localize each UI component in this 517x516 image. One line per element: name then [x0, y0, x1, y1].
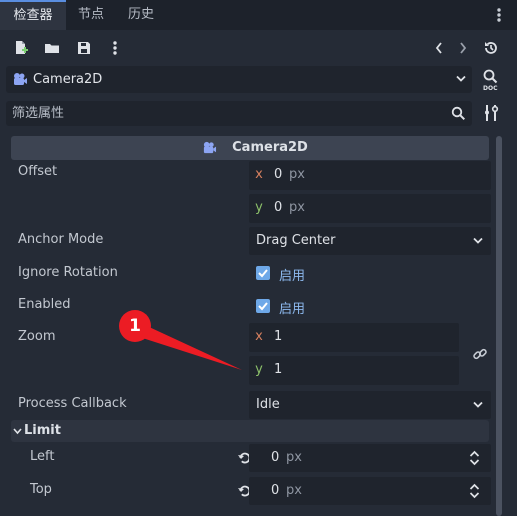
object-history-icon[interactable] [480, 37, 502, 59]
limit-group-title: Limit [24, 423, 61, 438]
history-back-icon[interactable] [428, 37, 450, 59]
offset-x-value: 0 [274, 167, 283, 182]
inspector-scrollbar[interactable] [496, 136, 502, 516]
save-icon[interactable] [73, 37, 95, 59]
svg-text:DOC: DOC [483, 85, 498, 91]
limit-left-label: Left [30, 449, 55, 464]
doc-icon[interactable]: DOC [481, 69, 501, 91]
anchor-mode-value: Drag Center [256, 233, 336, 248]
anchor-mode-label: Anchor Mode [18, 232, 104, 247]
camera2d-icon [12, 72, 28, 87]
offset-y-unit: px [289, 200, 305, 215]
filter-properties-input[interactable]: 筛选属性 [6, 101, 472, 126]
filter-placeholder: 筛选属性 [12, 106, 65, 121]
anchor-mode-chevron-icon [473, 237, 483, 245]
offset-y-value: 0 [274, 200, 283, 215]
dock-menu-icon[interactable] [496, 7, 502, 23]
ignore-rotation-text: 启用 [279, 269, 306, 284]
open-folder-icon[interactable] [41, 37, 63, 59]
limit-group-header[interactable]: Limit [11, 420, 489, 442]
limit-top-value: 0 [271, 483, 280, 498]
chevron-down-icon[interactable] [456, 75, 466, 83]
zoom-y-value: 1 [274, 362, 283, 377]
link-icon[interactable] [472, 346, 488, 362]
process-callback-dropdown[interactable] [249, 391, 491, 419]
limit-left-value: 0 [271, 450, 280, 465]
offset-x-field[interactable] [249, 161, 491, 190]
section-title: Camera2D [232, 140, 308, 155]
enabled-checkbox[interactable] [256, 299, 270, 313]
zoom-label: Zoom [18, 329, 56, 344]
annotation-badge: 1 [119, 310, 151, 342]
limit-top-stepper-icon[interactable] [469, 483, 480, 499]
inspector-toolbar [0, 31, 517, 65]
search-icon [451, 106, 466, 121]
dock-tab-bar: 检查器 节点 历史 [0, 0, 517, 30]
offset-y-axis-label: y [255, 200, 263, 215]
zoom-x-value: 1 [274, 329, 283, 344]
node-selector[interactable]: Camera2D [6, 66, 472, 93]
new-resource-icon[interactable] [10, 37, 32, 59]
collapse-chevron-icon [13, 428, 22, 435]
property-tools-icon[interactable] [483, 104, 499, 122]
ignore-rotation-checkbox[interactable] [256, 266, 270, 280]
limit-top-unit: px [286, 483, 302, 498]
enabled-text: 启用 [279, 302, 306, 317]
zoom-x-axis-label: x [255, 329, 263, 344]
limit-left-stepper-icon[interactable] [469, 450, 480, 466]
more-icon[interactable] [104, 37, 126, 59]
process-callback-chevron-icon [473, 401, 483, 409]
zoom-y-axis-label: y [255, 362, 263, 377]
enabled-label: Enabled [18, 297, 71, 312]
offset-x-unit: px [289, 167, 305, 182]
limit-left-unit: px [286, 450, 302, 465]
tab-node[interactable]: 节点 [66, 0, 116, 30]
tab-history[interactable]: 历史 [116, 0, 166, 30]
ignore-rotation-label: Ignore Rotation [18, 265, 118, 280]
process-callback-label: Process Callback [18, 396, 127, 411]
node-name: Camera2D [33, 72, 103, 87]
offset-x-axis-label: x [255, 167, 263, 182]
tab-inspector[interactable]: 检查器 [0, 0, 66, 30]
history-forward-icon[interactable] [452, 37, 474, 59]
section-header[interactable]: Camera2D [11, 136, 489, 160]
process-callback-value: Idle [256, 397, 280, 412]
offset-label: Offset [18, 164, 58, 179]
offset-y-field[interactable] [249, 194, 491, 223]
limit-top-label: Top [30, 482, 52, 497]
